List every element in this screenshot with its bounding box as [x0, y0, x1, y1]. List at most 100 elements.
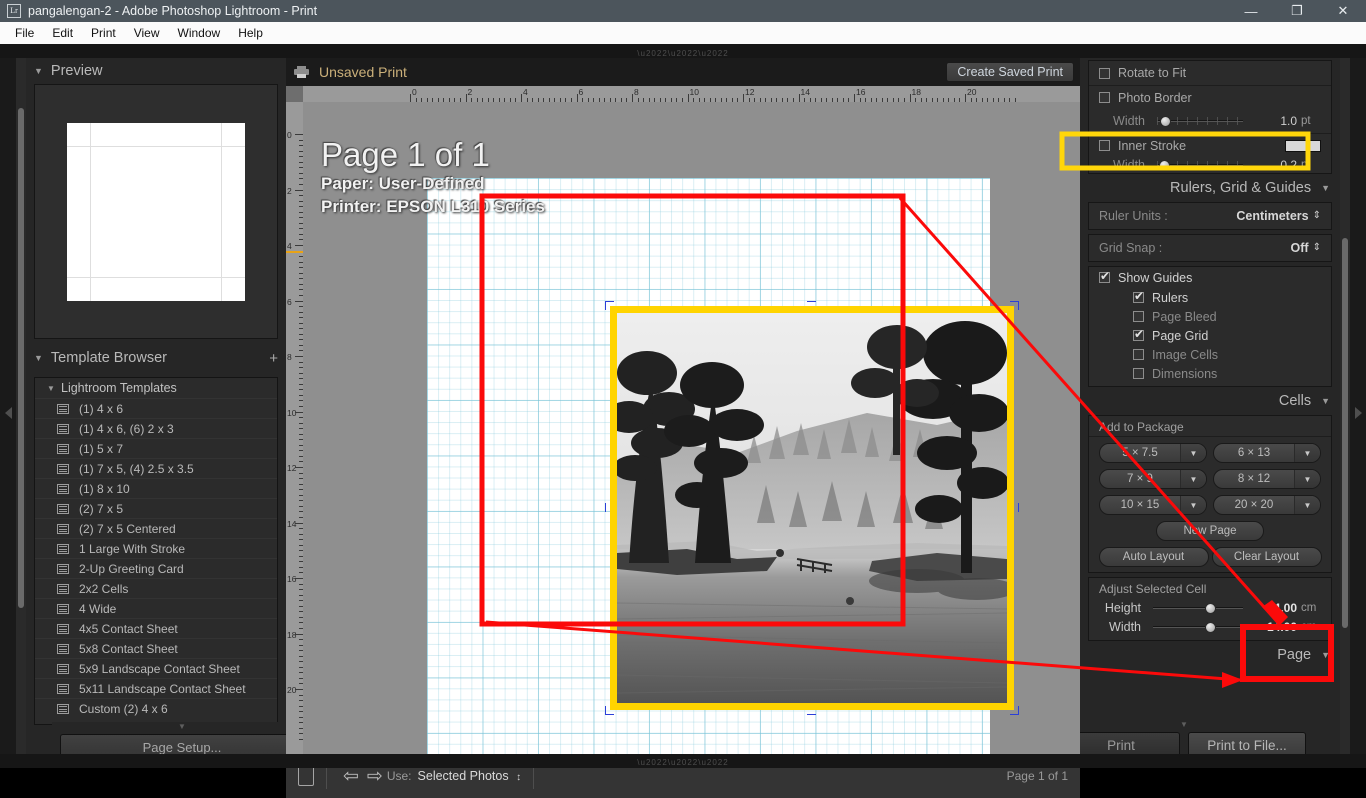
chevron-down-icon[interactable]: ▼	[1180, 496, 1206, 514]
panel-resize-caret-icon[interactable]: ▼	[52, 722, 312, 732]
right-panel-scrollbar[interactable]	[1340, 58, 1350, 768]
cell-height-row[interactable]: Height 14.00 cm	[1089, 598, 1331, 617]
menu-edit[interactable]: Edit	[43, 24, 82, 42]
inner-stroke-color-swatch[interactable]	[1285, 139, 1321, 152]
cell-handle-top-left[interactable]	[605, 301, 614, 310]
list-item[interactable]: (1) 5 x 7	[35, 438, 277, 458]
list-item[interactable]: (1) 8 x 10	[35, 478, 277, 498]
image-cell[interactable]	[605, 301, 1019, 715]
menu-print[interactable]: Print	[82, 24, 125, 42]
preview-panel-header[interactable]: ▼ Preview	[26, 58, 286, 84]
cell-size-button[interactable]: 5 × 7.5 ▼	[1099, 443, 1207, 463]
add-template-icon[interactable]: +	[269, 350, 278, 367]
rulers-checkbox[interactable]	[1133, 289, 1144, 303]
chevron-down-icon[interactable]: ▼	[1294, 496, 1320, 514]
grid-snap-row[interactable]: Grid Snap : Off ⇕	[1089, 235, 1331, 261]
guide-page-bleed-row[interactable]: Page Bleed	[1089, 307, 1331, 326]
cell-size-button[interactable]: 8 × 12 ▼	[1213, 469, 1321, 489]
list-item[interactable]: Custom (2) 4 x 6	[35, 698, 277, 718]
show-guides-checkbox[interactable]	[1099, 269, 1110, 283]
inner-stroke-width-row[interactable]: Width 0.2 pt	[1089, 157, 1331, 173]
photo-image[interactable]	[617, 313, 1007, 703]
list-item[interactable]: 2x2 Cells	[35, 578, 277, 598]
page-grid-checkbox[interactable]	[1133, 327, 1144, 341]
inner-stroke-checkbox[interactable]	[1099, 140, 1110, 151]
template-browser-header[interactable]: ▼ Template Browser +	[26, 345, 286, 371]
chevron-down-icon[interactable]: ▼	[1180, 444, 1206, 462]
page-bleed-checkbox[interactable]	[1133, 311, 1144, 322]
menu-file[interactable]: File	[6, 24, 43, 42]
chevron-down-icon[interactable]: ▼	[1180, 470, 1206, 488]
cell-height-slider[interactable]	[1153, 602, 1243, 614]
cell-handle-top-right[interactable]	[1010, 301, 1019, 310]
list-item[interactable]: 4x5 Contact Sheet	[35, 618, 277, 638]
filmstrip-strip[interactable]: \u2022\u2022\u2022	[0, 754, 1366, 768]
print-canvas[interactable]: Page 1 of 1 Paper: User-Defined Printer:…	[303, 102, 1080, 768]
list-item[interactable]: 2-Up Greeting Card	[35, 558, 277, 578]
page-view-toggle-icon[interactable]	[298, 766, 314, 786]
cell-handle-bottom-left[interactable]	[605, 706, 614, 715]
page-section-header[interactable]: Page ▼	[1080, 641, 1340, 669]
rotate-to-fit-checkbox[interactable]	[1099, 67, 1110, 79]
chevron-down-icon[interactable]: ▼	[1294, 470, 1320, 488]
photo-border-row[interactable]: Photo Border	[1089, 85, 1331, 109]
cell-handle-left[interactable]	[605, 503, 610, 512]
cell-size-button[interactable]: 10 × 15 ▼	[1099, 495, 1207, 515]
close-icon[interactable]: ✕	[1320, 0, 1366, 22]
cell-handle-right[interactable]	[1014, 503, 1019, 512]
use-selector[interactable]: Selected Photos ↕	[418, 769, 522, 783]
module-picker-strip[interactable]: \u2022\u2022\u2022	[0, 44, 1366, 58]
right-panel-collapse-toggle[interactable]	[1350, 58, 1366, 768]
guide-image-cells-row[interactable]: Image Cells	[1089, 345, 1331, 364]
guide-page-grid-row[interactable]: Page Grid	[1089, 326, 1331, 345]
list-item[interactable]: 5x11 Landscape Contact Sheet	[35, 678, 277, 698]
cell-handle-bottom-right[interactable]	[1010, 706, 1019, 715]
ruler-units-row[interactable]: Ruler Units : Centimeters ⇕	[1089, 203, 1331, 229]
left-panel-scrollbar[interactable]	[16, 58, 26, 768]
show-guides-row[interactable]: Show Guides	[1089, 267, 1331, 288]
photo-border-checkbox[interactable]	[1099, 92, 1110, 103]
create-saved-print-button[interactable]: Create Saved Print	[946, 62, 1074, 82]
clear-layout-button[interactable]: Clear Layout	[1211, 547, 1322, 567]
maximize-icon[interactable]: ❐	[1274, 0, 1320, 22]
rotate-to-fit-row[interactable]: Rotate to Fit	[1089, 61, 1331, 85]
cell-size-button[interactable]: 6 × 13 ▼	[1213, 443, 1321, 463]
scrollbar-thumb[interactable]	[1342, 238, 1348, 628]
minimize-icon[interactable]: —	[1228, 0, 1274, 22]
photo-border-width-slider[interactable]	[1157, 116, 1243, 127]
list-item[interactable]: 5x9 Landscape Contact Sheet	[35, 658, 277, 678]
stepper-icon[interactable]: ⇕	[1313, 211, 1321, 221]
guide-rulers-row[interactable]: Rulers	[1089, 288, 1331, 307]
stepper-icon[interactable]: ⇕	[1313, 243, 1321, 253]
new-page-button[interactable]: New Page	[1156, 521, 1264, 541]
auto-layout-button[interactable]: Auto Layout	[1098, 547, 1209, 567]
list-item[interactable]: (2) 7 x 5	[35, 498, 277, 518]
dimensions-checkbox[interactable]	[1133, 368, 1144, 379]
vertical-ruler[interactable]: 0 2 4 6 8 10 12 14 16 18 20	[286, 102, 303, 768]
cell-handle-top[interactable]	[807, 301, 816, 306]
rulers-grid-guides-header[interactable]: Rulers, Grid & Guides ▼	[1080, 174, 1340, 202]
photo-border-width-row[interactable]: Width 1.0 pt	[1089, 109, 1331, 133]
list-item[interactable]: (1) 4 x 6	[35, 398, 277, 418]
cells-header[interactable]: Cells ▼	[1080, 387, 1340, 415]
inner-stroke-width-slider[interactable]	[1157, 160, 1243, 171]
image-cells-checkbox[interactable]	[1133, 349, 1144, 360]
list-item[interactable]: 5x8 Contact Sheet	[35, 638, 277, 658]
template-list[interactable]: ▼ Lightroom Templates (1) 4 x 6 (1) 4 x …	[34, 377, 278, 725]
cell-size-button[interactable]: 7 × 9 ▼	[1099, 469, 1207, 489]
guide-dimensions-row[interactable]: Dimensions	[1089, 364, 1331, 383]
template-group-lightroom[interactable]: ▼ Lightroom Templates	[35, 378, 277, 398]
chevron-down-icon[interactable]: ▼	[1294, 444, 1320, 462]
print-page[interactable]	[427, 178, 1019, 768]
inner-stroke-row[interactable]: Inner Stroke	[1089, 133, 1331, 157]
scrollbar-thumb[interactable]	[18, 108, 24, 608]
list-item[interactable]: 1 Large With Stroke	[35, 538, 277, 558]
cell-width-slider[interactable]	[1153, 621, 1243, 633]
left-panel-collapse-toggle[interactable]	[0, 58, 16, 768]
cell-size-button[interactable]: 20 × 20 ▼	[1213, 495, 1321, 515]
panel-resize-caret-icon[interactable]: ▼	[1080, 720, 1314, 730]
list-item[interactable]: (1) 4 x 6, (6) 2 x 3	[35, 418, 277, 438]
list-item[interactable]: (2) 7 x 5 Centered	[35, 518, 277, 538]
menu-help[interactable]: Help	[229, 24, 272, 42]
cell-width-row[interactable]: Width 14.00 cm	[1089, 617, 1331, 636]
